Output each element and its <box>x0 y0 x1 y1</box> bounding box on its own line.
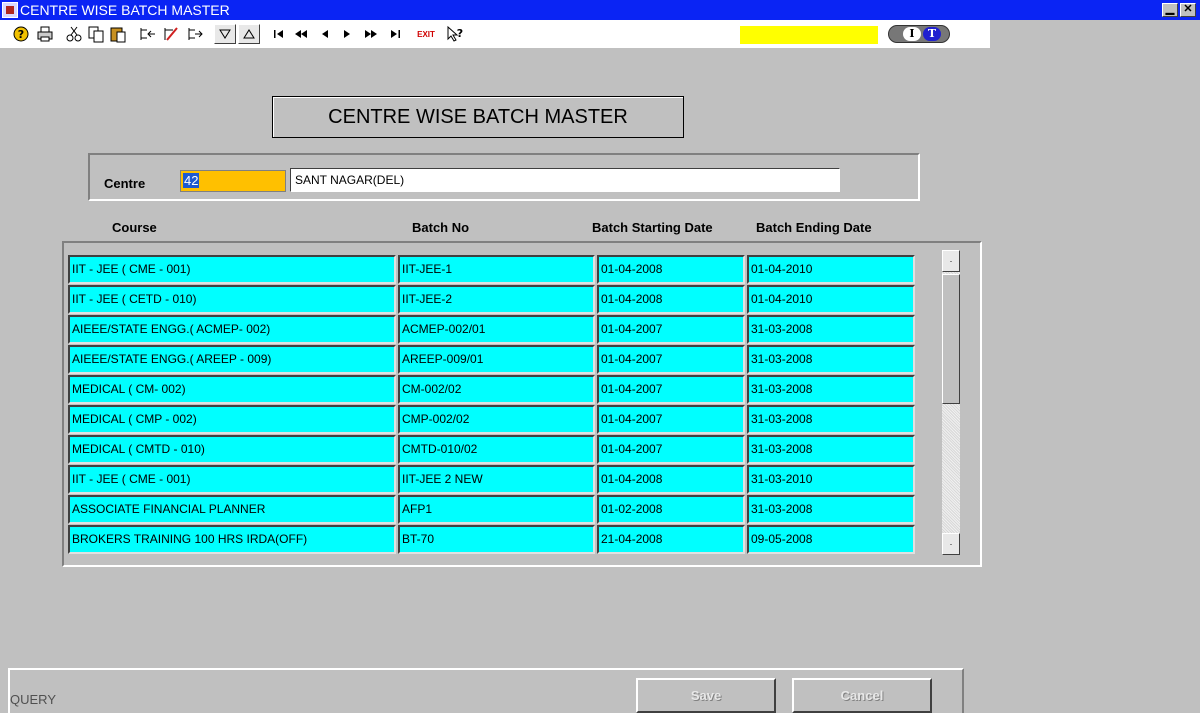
table-row: IIT - JEE ( CETD - 010) IIT-JEE-2 01-04-… <box>68 285 918 315</box>
close-button[interactable]: ✕ <box>1180 3 1196 17</box>
next-set-icon[interactable] <box>360 24 382 44</box>
context-help-icon[interactable]: ? <box>444 24 466 44</box>
first-record-icon[interactable] <box>270 24 288 44</box>
batch-no-cell[interactable]: IIT-JEE-1 <box>398 255 595 284</box>
batch-no-cell[interactable]: CMP-002/02 <box>398 405 595 434</box>
end-date-cell[interactable]: 01-04-2010 <box>747 255 915 284</box>
start-date-cell[interactable]: 01-04-2008 <box>597 285 745 314</box>
toolbar: ? EXIT ? I T <box>0 20 1200 74</box>
batch-no-cell[interactable]: ACMEP-002/01 <box>398 315 595 344</box>
start-date-cell[interactable]: 01-04-2007 <box>597 345 745 374</box>
batch-no-cell[interactable]: CMTD-010/02 <box>398 435 595 464</box>
end-date-cell[interactable]: 09-05-2008 <box>747 525 915 554</box>
app-icon <box>2 2 18 18</box>
start-date-cell[interactable]: 21-04-2008 <box>597 525 745 554</box>
previous-record-icon[interactable] <box>316 24 334 44</box>
column-header-start-date: Batch Starting Date <box>592 220 713 235</box>
batch-no-cell[interactable]: IIT-JEE 2 NEW <box>398 465 595 494</box>
column-header-course: Course <box>112 220 157 235</box>
end-date-cell[interactable]: 31-03-2008 <box>747 375 915 404</box>
scroll-down-button[interactable]: · <box>942 533 960 555</box>
start-date-cell[interactable]: 01-04-2007 <box>597 315 745 344</box>
help-icon[interactable]: ? <box>10 24 32 44</box>
cancel-button[interactable]: Cancel <box>792 678 932 713</box>
scroll-up-button[interactable]: · <box>942 250 960 272</box>
grid-scrollbar[interactable]: · · <box>942 250 960 555</box>
centre-code-value: 42 <box>183 173 200 188</box>
end-date-cell[interactable]: 31-03-2010 <box>747 465 915 494</box>
paste-icon[interactable] <box>108 24 128 44</box>
course-cell[interactable]: IIT - JEE ( CME - 001) <box>68 465 396 494</box>
svg-text:?: ? <box>18 28 24 41</box>
next-record-icon[interactable] <box>338 24 356 44</box>
course-cell[interactable]: MEDICAL ( CMTD - 010) <box>68 435 396 464</box>
start-date-cell[interactable]: 01-04-2008 <box>597 255 745 284</box>
logo-letter-i: I <box>903 27 921 41</box>
end-date-cell[interactable]: 31-03-2008 <box>747 345 915 374</box>
print-icon[interactable] <box>34 24 56 44</box>
enter-query-icon[interactable] <box>214 24 236 44</box>
course-cell[interactable]: ASSOCIATE FINANCIAL PLANNER <box>68 495 396 524</box>
course-cell[interactable]: AIEEE/STATE ENGG.( ACMEP- 002) <box>68 315 396 344</box>
save-button[interactable]: Save <box>636 678 776 713</box>
batch-no-cell[interactable]: BT-70 <box>398 525 595 554</box>
batch-no-cell[interactable]: AFP1 <box>398 495 595 524</box>
delete-record-icon[interactable] <box>184 24 206 44</box>
toolbar-strip: ? EXIT ? I T <box>0 20 990 48</box>
start-date-cell[interactable]: 01-04-2007 <box>597 375 745 404</box>
end-date-cell[interactable]: 01-04-2010 <box>747 285 915 314</box>
centre-code-field[interactable]: 42 <box>180 170 286 192</box>
batch-no-cell[interactable]: IIT-JEE-2 <box>398 285 595 314</box>
batch-no-cell[interactable]: AREEP-009/01 <box>398 345 595 374</box>
table-row: IIT - JEE ( CME - 001) IIT-JEE-1 01-04-2… <box>68 255 918 285</box>
column-header-batch-no: Batch No <box>412 220 470 235</box>
scroll-thumb[interactable] <box>942 274 960 404</box>
cut-icon[interactable] <box>64 24 84 44</box>
insert-record-icon[interactable] <box>136 24 158 44</box>
start-date-cell[interactable]: 01-04-2008 <box>597 465 745 494</box>
end-date-cell[interactable]: 31-03-2008 <box>747 435 915 464</box>
window-title: CENTRE WISE BATCH MASTER <box>20 2 230 18</box>
edit-record-icon[interactable] <box>160 24 182 44</box>
centre-label: Centre <box>104 176 146 191</box>
minimize-button[interactable]: ▁ <box>1162 3 1178 17</box>
centre-name-field[interactable]: SANT NAGAR(DEL) <box>290 168 840 192</box>
start-date-cell[interactable]: 01-04-2007 <box>597 405 745 434</box>
end-date-cell[interactable]: 31-03-2008 <box>747 405 915 434</box>
previous-set-icon[interactable] <box>290 24 312 44</box>
toolbar-empty-area <box>990 20 1200 48</box>
table-row: MEDICAL ( CMTD - 010) CMTD-010/02 01-04-… <box>68 435 918 465</box>
course-cell[interactable]: AIEEE/STATE ENGG.( AREEP - 009) <box>68 345 396 374</box>
execute-query-icon[interactable] <box>238 24 260 44</box>
course-cell[interactable]: BROKERS TRAINING 100 HRS IRDA(OFF) <box>68 525 396 554</box>
form-title: CENTRE WISE BATCH MASTER <box>272 96 684 138</box>
end-date-cell[interactable]: 31-03-2008 <box>747 495 915 524</box>
start-date-cell[interactable]: 01-04-2007 <box>597 435 745 464</box>
batch-no-cell[interactable]: CM-002/02 <box>398 375 595 404</box>
table-row: AIEEE/STATE ENGG.( AREEP - 009) AREEP-00… <box>68 345 918 375</box>
course-cell[interactable]: MEDICAL ( CMP - 002) <box>68 405 396 434</box>
table-row: BROKERS TRAINING 100 HRS IRDA(OFF) BT-70… <box>68 525 918 555</box>
end-date-cell[interactable]: 31-03-2008 <box>747 315 915 344</box>
table-row: AIEEE/STATE ENGG.( ACMEP- 002) ACMEP-002… <box>68 315 918 345</box>
table-row: IIT - JEE ( CME - 001) IIT-JEE 2 NEW 01-… <box>68 465 918 495</box>
company-logo: I T <box>888 25 950 43</box>
last-record-icon[interactable] <box>386 24 404 44</box>
course-cell[interactable]: IIT - JEE ( CETD - 010) <box>68 285 396 314</box>
column-header-end-date: Batch Ending Date <box>756 220 872 235</box>
copy-icon[interactable] <box>86 24 106 44</box>
title-bar: CENTRE WISE BATCH MASTER ▁ ✕ <box>0 0 1200 20</box>
svg-text:?: ? <box>457 27 463 40</box>
course-cell[interactable]: MEDICAL ( CM- 002) <box>68 375 396 404</box>
start-date-cell[interactable]: 01-02-2008 <box>597 495 745 524</box>
logo-letter-t: T <box>923 27 941 41</box>
table-row: MEDICAL ( CMP - 002) CMP-002/02 01-04-20… <box>68 405 918 435</box>
table-row: ASSOCIATE FINANCIAL PLANNER AFP1 01-02-2… <box>68 495 918 525</box>
course-cell[interactable]: IIT - JEE ( CME - 001) <box>68 255 396 284</box>
mode-status: QUERY <box>10 692 56 707</box>
status-indicator <box>740 26 878 44</box>
table-row: MEDICAL ( CM- 002) CM-002/02 01-04-2007 … <box>68 375 918 405</box>
exit-icon[interactable]: EXIT <box>412 24 440 44</box>
